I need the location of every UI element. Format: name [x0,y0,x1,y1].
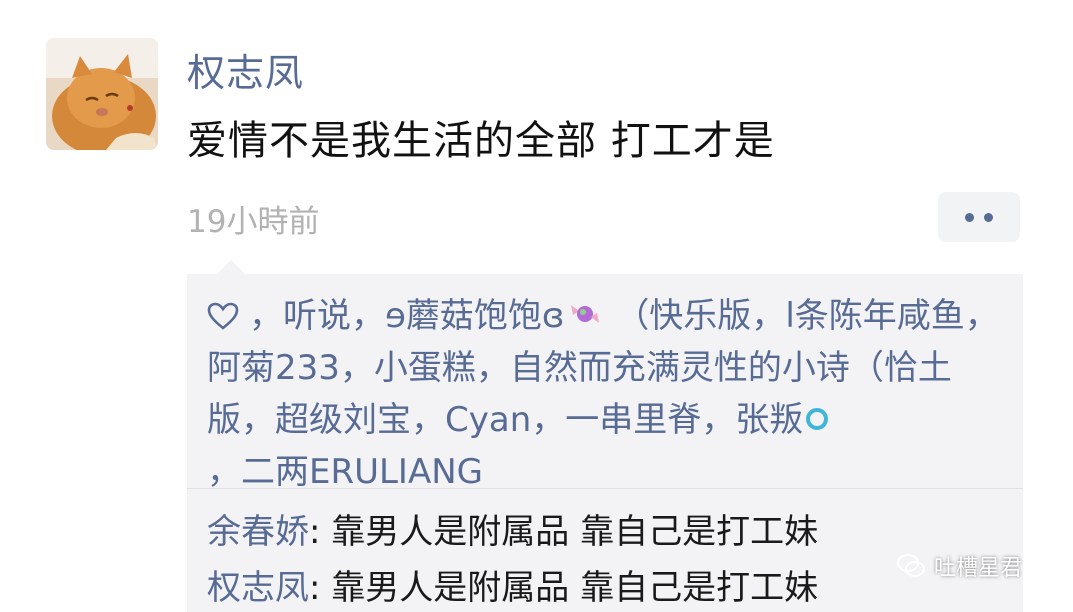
like-name[interactable]: 二两ERULIANG [241,452,483,492]
like-name[interactable]: ，听说，ɘ蘑菇饱饱ɞ [249,296,565,336]
more-dot-icon [984,212,993,222]
divider [187,488,1023,489]
more-actions-button[interactable] [938,192,1020,242]
like-name[interactable]: 阿菊233 [207,348,340,388]
post-text: 爱情不是我生活的全部 打工才是 [187,118,775,164]
likes-list: ，听说，ɘ蘑菇饱饱ɞ （快乐版，l条陈年咸鱼，阿菊233，小蛋糕，自然而充满灵性… [207,296,999,492]
like-name[interactable]: l条陈年咸鱼 [785,296,964,336]
post-timestamp: 19小時前 [187,204,320,240]
like-name[interactable]: Cyan [445,400,531,440]
like-name[interactable]: （快乐版， [615,296,785,336]
comment-author[interactable]: 余春娇 [207,512,309,552]
comment-item[interactable]: 权志凤: 靠男人是附属品 靠自己是打工妹 [207,560,818,609]
like-name[interactable]: 张叛 [735,400,803,440]
like-name[interactable]: 超级刘宝 [275,400,411,440]
wechat-logo-icon [897,554,925,577]
cat-avatar-icon [46,38,158,150]
more-dot-icon [965,212,974,222]
comment-text: 靠男人是附属品 靠自己是打工妹 [331,568,819,608]
ring-emoji-icon [806,408,829,430]
avatar[interactable] [46,38,158,150]
candy-emoji-icon [570,305,599,323]
post-author[interactable]: 权志凤 [187,42,304,97]
like-name[interactable]: 小蛋糕 [374,348,476,388]
comment-item[interactable]: 余春娇: 靠男人是附属品 靠自己是打工妹 [207,504,818,553]
comment-author[interactable]: 权志凤 [207,568,309,608]
watermark-text: 吐槽星君 [934,556,1023,581]
watermark: 吐槽星君 [896,550,1022,582]
heart-icon [207,302,239,330]
like-name[interactable]: 一串里脊 [565,400,701,440]
comment-text: 靠男人是附属品 靠自己是打工妹 [331,512,819,552]
